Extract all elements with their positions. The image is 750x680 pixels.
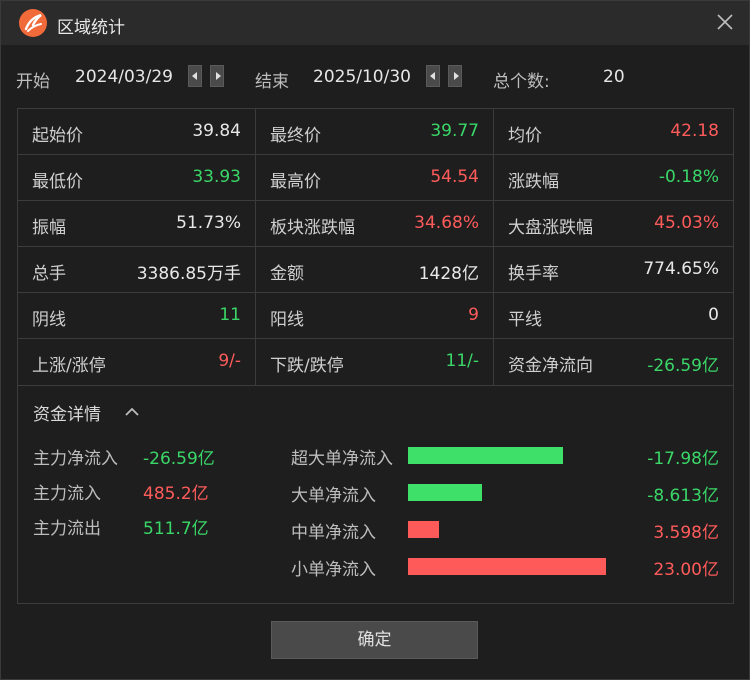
- stat-value: 774.65%: [643, 259, 719, 279]
- start-date-next-button[interactable]: [210, 65, 224, 87]
- stat-cell: 大盘涨跌幅 45.03%: [494, 201, 733, 247]
- stats-table: 起始价 39.84 最终价 39.77 均价 42.18 最低价 33.93 最高价 54.54 涨…: [17, 108, 734, 386]
- start-label: 开始: [16, 72, 50, 92]
- stat-label: 大盘涨跌幅: [508, 218, 593, 238]
- order-flow-label: 小单净流入: [291, 560, 376, 580]
- stat-label: 阳线: [270, 310, 304, 330]
- title-bar: 区域统计: [1, 1, 749, 45]
- capital-detail-panel: 资金详情 主力净流入 -26.59亿主力流入 485.2亿主力流出 511.7亿 超大单…: [17, 384, 734, 604]
- stat-cell: 起始价 39.84: [18, 109, 256, 155]
- stat-cell: 最高价 54.54: [256, 155, 494, 201]
- order-flow-value: -8.613亿: [647, 486, 719, 506]
- caret-left-icon: [430, 72, 435, 80]
- caret-right-icon: [454, 72, 459, 80]
- order-flow-bar: [408, 484, 482, 501]
- date-range-row: 开始 2024/03/29 结束 2025/10/30 总个数: 20: [1, 45, 749, 109]
- stat-label: 涨跌幅: [508, 172, 559, 192]
- stat-value: 0: [708, 305, 719, 325]
- stat-label: 换手率: [508, 264, 559, 284]
- stat-value: 54.54: [430, 167, 479, 187]
- stat-cell: 总手 3386.85万手: [18, 247, 256, 293]
- stat-cell: 换手率 774.65%: [494, 247, 733, 293]
- stat-cell: 振幅 51.73%: [18, 201, 256, 247]
- stat-label: 振幅: [32, 218, 66, 238]
- count-label: 总个数:: [493, 72, 550, 92]
- order-flow-bar: [408, 447, 563, 464]
- stat-value: 3386.85万手: [136, 264, 241, 284]
- stat-cell: 平线 0: [494, 293, 733, 339]
- close-icon[interactable]: [715, 12, 735, 32]
- stat-label: 起始价: [32, 126, 83, 146]
- stat-value: 51.73%: [176, 213, 241, 233]
- order-flow-label: 超大单净流入: [291, 449, 393, 469]
- stat-value: 11/-: [445, 351, 480, 371]
- ok-button[interactable]: 确定: [271, 621, 478, 659]
- stat-value: 33.93: [192, 167, 241, 187]
- caret-left-icon: [192, 72, 197, 80]
- order-flow-value: 23.00亿: [653, 560, 719, 580]
- stat-cell: 最低价 33.93: [18, 155, 256, 201]
- stat-value: 9/-: [218, 351, 241, 371]
- end-label: 结束: [255, 72, 289, 92]
- capital-detail-title: 资金详情: [33, 405, 101, 425]
- app-logo-icon: [19, 9, 47, 37]
- stat-cell: 阴线 11: [18, 293, 256, 339]
- main-flow-label: 主力净流入: [33, 449, 118, 469]
- stat-value: 42.18: [670, 121, 719, 141]
- order-flow-value: 3.598亿: [653, 523, 719, 543]
- stat-label: 阴线: [32, 310, 66, 330]
- order-flow-bar: [408, 558, 606, 575]
- stat-label: 最低价: [32, 172, 83, 192]
- stat-cell: 金额 1428亿: [256, 247, 494, 293]
- stat-label: 均价: [508, 126, 542, 146]
- main-flow-label: 主力流出: [33, 519, 101, 539]
- stat-cell: 阳线 9: [256, 293, 494, 339]
- stat-label: 总手: [32, 264, 66, 284]
- main-flow-label: 主力流入: [33, 484, 101, 504]
- stat-label: 资金净流向: [508, 356, 593, 376]
- main-flow-value: -26.59亿: [143, 449, 215, 469]
- stat-value: 45.03%: [654, 213, 719, 233]
- stat-label: 平线: [508, 310, 542, 330]
- order-flow-value: -17.98亿: [647, 449, 719, 469]
- stat-label: 最高价: [270, 172, 321, 192]
- stat-cell: 涨跌幅 -0.18%: [494, 155, 733, 201]
- stat-value: -0.18%: [658, 167, 719, 187]
- stat-cell: 最终价 39.77: [256, 109, 494, 155]
- stat-label: 板块涨跌幅: [270, 218, 355, 238]
- stat-value: 39.77: [430, 121, 479, 141]
- stat-cell: 下跌/跌停 11/-: [256, 339, 494, 385]
- count-value: 20: [603, 67, 625, 87]
- order-flow-bar: [408, 521, 439, 538]
- stat-label: 上涨/涨停: [32, 356, 106, 376]
- stat-value: 34.68%: [414, 213, 479, 233]
- order-flow-label: 大单净流入: [291, 486, 376, 506]
- stat-cell: 上涨/涨停 9/-: [18, 339, 256, 385]
- stat-value: 39.84: [192, 121, 241, 141]
- end-date-prev-button[interactable]: [426, 65, 440, 87]
- stat-value: -26.59亿: [647, 356, 719, 376]
- end-date[interactable]: 2025/10/30: [313, 67, 411, 87]
- main-flow-value: 511.7亿: [143, 519, 209, 539]
- window-title: 区域统计: [57, 18, 125, 38]
- chevron-up-icon[interactable]: [124, 402, 140, 416]
- stat-value: 11: [219, 305, 241, 325]
- start-date[interactable]: 2024/03/29: [75, 67, 173, 87]
- stat-label: 最终价: [270, 126, 321, 146]
- stat-value: 9: [468, 305, 479, 325]
- stat-label: 下跌/跌停: [270, 356, 344, 376]
- stat-cell: 资金净流向 -26.59亿: [494, 339, 733, 385]
- stat-value: 1428亿: [418, 264, 479, 284]
- end-date-next-button[interactable]: [448, 65, 462, 87]
- region-stats-dialog: 区域统计 开始 2024/03/29 结束 2025/10/30 总个数: 20…: [0, 0, 750, 680]
- start-date-prev-button[interactable]: [188, 65, 202, 87]
- main-flow-value: 485.2亿: [143, 484, 209, 504]
- stat-cell: 均价 42.18: [494, 109, 733, 155]
- stat-cell: 板块涨跌幅 34.68%: [256, 201, 494, 247]
- caret-right-icon: [216, 72, 221, 80]
- order-flow-label: 中单净流入: [291, 523, 376, 543]
- stat-label: 金额: [270, 264, 304, 284]
